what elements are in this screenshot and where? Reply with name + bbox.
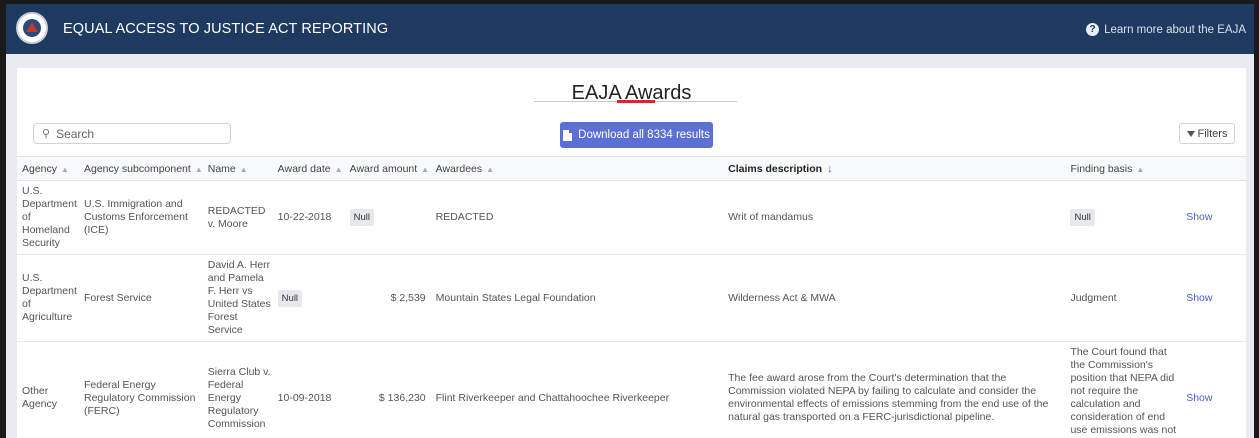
download-label: Download all 8334 results (578, 129, 710, 141)
cell-finding-basis: The Court found that the Commission's po… (1065, 341, 1182, 438)
cell-award-amount: Null (344, 180, 431, 255)
sort-icon: ▲︎ (194, 164, 203, 174)
null-badge: Null (1070, 209, 1095, 226)
cell-subcomponent: Federal Energy Regulatory Commission (FE… (78, 341, 203, 438)
learn-more-label: Learn more about the EAJA (1104, 23, 1246, 36)
cell-name: Sierra Club v. Federal Energy Regulatory… (202, 341, 273, 438)
col-name-header[interactable]: Name ▲︎ (202, 156, 273, 181)
seal-emblem (26, 22, 38, 32)
cell-award-amount: $ 136,230 (344, 341, 431, 438)
sort-icon: ▲︎ (1136, 164, 1145, 174)
download-all-button[interactable]: Download all 8334 results (560, 122, 713, 148)
search-placeholder: Search (56, 126, 95, 141)
cell-agency: Other Agency (17, 341, 79, 438)
sort-icon: ▲︎ (421, 164, 430, 174)
table-row[interactable]: U.S. Department of Homeland Security U.S… (17, 180, 1246, 255)
col-award-amount-header[interactable]: Award amount ▲︎ (344, 156, 431, 181)
show-link[interactable]: Show (1181, 341, 1246, 438)
question-circle-icon: ? (1086, 23, 1100, 36)
cell-finding-basis: Judgment (1065, 254, 1182, 342)
sort-icon: ▲︎ (334, 164, 343, 174)
null-badge: Null (349, 209, 375, 226)
sort-icon: ▲︎ (239, 164, 248, 174)
sort-icon: ▲︎ (486, 164, 495, 174)
filter-icon (1186, 130, 1195, 137)
cell-name: REDACTED v. Moore (202, 180, 273, 255)
table-row[interactable]: U.S. Department of Agriculture Forest Se… (17, 254, 1246, 342)
cell-agency: U.S. Department of Homeland Security (17, 180, 79, 255)
cell-claims: Writ of mandamus (723, 180, 1066, 255)
col-claims-header[interactable]: Claims description ↓ (723, 156, 1066, 181)
cell-award-date: Null (272, 254, 345, 342)
table-row[interactable]: Other Agency Federal Energy Regulatory C… (17, 341, 1246, 438)
filters-button[interactable]: Filters (1179, 123, 1235, 144)
null-badge: Null (277, 289, 303, 307)
awards-table: Agency ▲︎ Agency subcomponent ▲︎ Name ▲︎ Aw… (17, 156, 1246, 438)
top-bar: EQUAL ACCESS TO JUSTICE ACT REPORTING ? … (6, 4, 1254, 54)
cell-claims: Wilderness Act & MWA (723, 254, 1066, 342)
filters-label: Filters (1197, 127, 1228, 140)
awards-panel: EAJA Awards ⚲ Search Download all 8334 r… (17, 68, 1246, 438)
cell-awardees: Mountain States Legal Foundation (430, 254, 724, 342)
cell-name: David A. Herr and Pamela F. Herr vs Unit… (202, 254, 273, 342)
cell-claims: The fee award arose from the Court's det… (723, 341, 1066, 438)
col-award-date-header[interactable]: Award date ▲︎ (272, 156, 345, 181)
col-subcomponent-header[interactable]: Agency subcomponent ▲︎ (78, 156, 203, 181)
show-link[interactable]: Show (1181, 180, 1246, 255)
cell-subcomponent: Forest Service (78, 254, 203, 342)
col-awardees-header[interactable]: Awardees ▲︎ (430, 156, 724, 181)
cell-award-date: 10-22-2018 (272, 180, 345, 255)
cell-awardees: Flint Riverkeeper and Chattahoochee Rive… (430, 341, 724, 438)
show-link[interactable]: Show (1181, 254, 1246, 342)
cell-finding-basis: Null (1065, 180, 1182, 255)
cell-agency: U.S. Department of Agriculture (17, 254, 79, 342)
col-agency-header[interactable]: Agency ▲︎ (17, 156, 79, 181)
cell-awardees: REDACTED (430, 180, 724, 255)
cell-award-date: 10-09-2018 (272, 341, 345, 438)
app-title: EQUAL ACCESS TO JUSTICE ACT REPORTING (63, 21, 389, 37)
col-actions-header (1181, 156, 1246, 181)
table-header-row: Agency ▲︎ Agency subcomponent ▲︎ Name ▲︎ Aw… (17, 156, 1246, 181)
search-icon: ⚲ (42, 128, 51, 140)
app-frame: EQUAL ACCESS TO JUSTICE ACT REPORTING ? … (6, 4, 1254, 438)
learn-more-link[interactable]: ? Learn more about the EAJA (1086, 23, 1246, 36)
sort-descending-icon: ↓ (827, 162, 833, 175)
search-input[interactable]: ⚲ Search (33, 123, 231, 144)
col-finding-basis-header[interactable]: Finding basis ▲︎ (1065, 156, 1182, 181)
cell-award-amount: $ 2,539 (344, 254, 431, 342)
file-icon (563, 129, 573, 141)
cell-subcomponent: U.S. Immigration and Customs Enforcement… (78, 180, 203, 255)
title-accent-underline (617, 100, 655, 103)
sort-icon: ▲︎ (61, 164, 69, 174)
eaja-seal-logo (16, 12, 48, 44)
